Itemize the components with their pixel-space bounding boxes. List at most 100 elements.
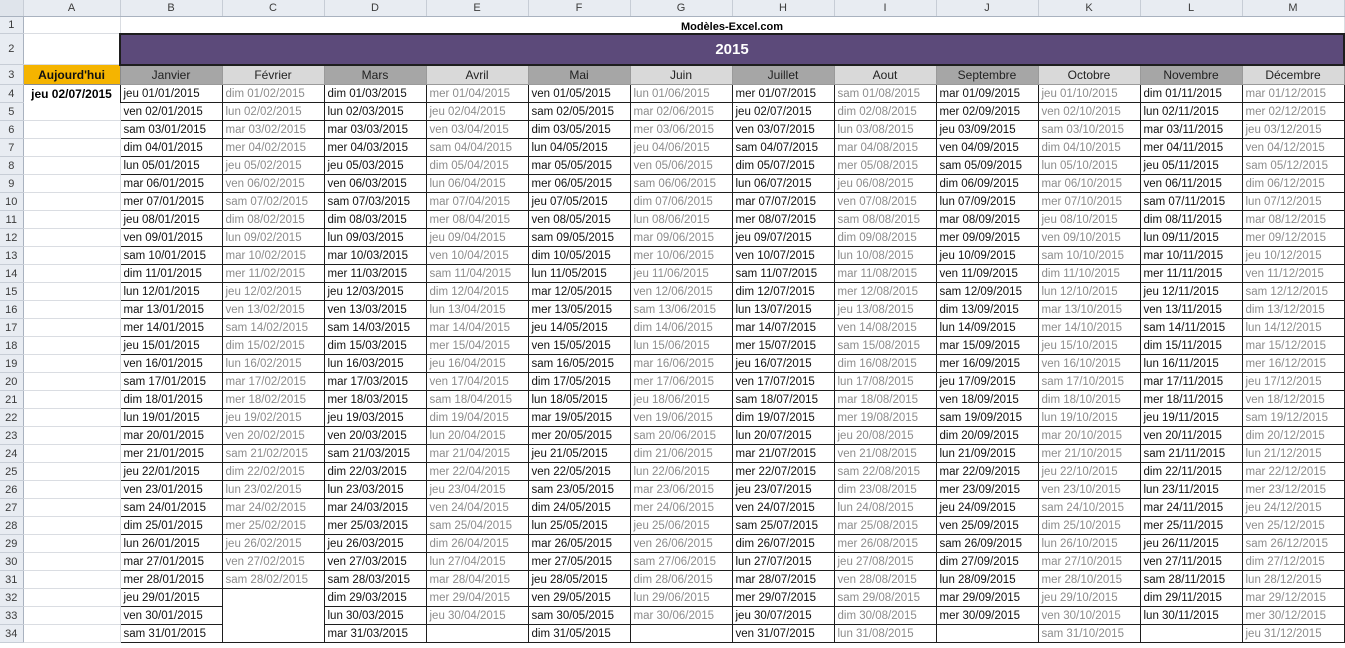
column-header-J[interactable]: J xyxy=(936,0,1039,17)
date-cell[interactable]: lun 26/10/2015 xyxy=(1037,534,1141,553)
date-cell[interactable]: mar 11/08/2015 xyxy=(833,264,937,283)
date-cell[interactable]: dim 23/08/2015 xyxy=(833,480,937,499)
date-cell[interactable]: jeu 22/10/2015 xyxy=(1037,462,1141,481)
cell-A6[interactable] xyxy=(23,120,121,139)
row-header[interactable]: 9 xyxy=(0,174,24,193)
date-cell[interactable]: jeu 23/04/2015 xyxy=(425,480,529,499)
date-cell[interactable]: mar 29/12/2015 xyxy=(1241,588,1345,607)
date-cell[interactable]: lun 26/01/2015 xyxy=(119,534,223,553)
date-cell[interactable]: mar 22/09/2015 xyxy=(935,462,1039,481)
date-cell[interactable]: lun 30/03/2015 xyxy=(323,606,427,625)
row-header[interactable]: 22 xyxy=(0,408,24,427)
date-cell[interactable]: lun 07/09/2015 xyxy=(935,192,1039,211)
empty-cell[interactable] xyxy=(1139,624,1243,643)
date-cell[interactable]: sam 31/10/2015 xyxy=(1037,624,1141,643)
date-cell[interactable]: mer 18/02/2015 xyxy=(221,390,325,409)
date-cell[interactable]: sam 21/02/2015 xyxy=(221,444,325,463)
date-cell[interactable]: lun 06/04/2015 xyxy=(425,174,529,193)
date-cell[interactable]: mar 10/11/2015 xyxy=(1139,246,1243,265)
empty-cell[interactable] xyxy=(629,624,733,643)
date-cell[interactable]: mer 25/03/2015 xyxy=(323,516,427,535)
date-cell[interactable]: ven 04/09/2015 xyxy=(935,138,1039,157)
date-cell[interactable]: jeu 05/02/2015 xyxy=(221,156,325,175)
date-cell[interactable]: ven 09/10/2015 xyxy=(1037,228,1141,247)
date-cell[interactable]: ven 31/07/2015 xyxy=(731,624,835,643)
date-cell[interactable]: jeu 05/03/2015 xyxy=(323,156,427,175)
year-title[interactable]: 2015 xyxy=(119,32,1345,66)
date-cell[interactable]: dim 13/09/2015 xyxy=(935,300,1039,319)
date-cell[interactable]: mar 13/10/2015 xyxy=(1037,300,1141,319)
date-cell[interactable]: sam 04/07/2015 xyxy=(731,138,835,157)
date-cell[interactable]: ven 03/04/2015 xyxy=(425,120,529,139)
row-header[interactable]: 28 xyxy=(0,516,24,535)
date-cell[interactable]: mar 06/10/2015 xyxy=(1037,174,1141,193)
date-cell[interactable]: jeu 08/01/2015 xyxy=(119,210,223,229)
cell-A21[interactable] xyxy=(23,390,121,409)
date-cell[interactable]: sam 07/11/2015 xyxy=(1139,192,1243,211)
cell-A31[interactable] xyxy=(23,570,121,589)
date-cell[interactable]: dim 26/04/2015 xyxy=(425,534,529,553)
date-cell[interactable]: sam 17/10/2015 xyxy=(1037,372,1141,391)
date-cell[interactable]: ven 04/12/2015 xyxy=(1241,138,1345,157)
date-cell[interactable]: lun 19/10/2015 xyxy=(1037,408,1141,427)
date-cell[interactable]: mer 11/11/2015 xyxy=(1139,264,1243,283)
cell-A22[interactable] xyxy=(23,408,121,427)
date-cell[interactable]: jeu 14/05/2015 xyxy=(527,318,631,337)
date-cell[interactable]: lun 16/03/2015 xyxy=(323,354,427,373)
cell-A11[interactable] xyxy=(23,210,121,229)
date-cell[interactable]: lun 13/04/2015 xyxy=(425,300,529,319)
site-label[interactable]: Modèles-Excel.com xyxy=(120,16,1345,34)
row-header[interactable]: 30 xyxy=(0,552,24,571)
date-cell[interactable]: lun 28/12/2015 xyxy=(1241,570,1345,589)
date-cell[interactable]: mar 02/06/2015 xyxy=(629,102,733,121)
date-cell[interactable]: sam 11/04/2015 xyxy=(425,264,529,283)
date-cell[interactable]: dim 06/09/2015 xyxy=(935,174,1039,193)
select-all-corner[interactable] xyxy=(0,0,24,17)
date-cell[interactable]: jeu 24/09/2015 xyxy=(935,498,1039,517)
date-cell[interactable]: mer 09/12/2015 xyxy=(1241,228,1345,247)
row-header[interactable]: 19 xyxy=(0,354,24,373)
date-cell[interactable]: lun 07/12/2015 xyxy=(1241,192,1345,211)
month-header-11[interactable]: Novembre xyxy=(1139,64,1243,85)
date-cell[interactable]: mar 19/05/2015 xyxy=(527,408,631,427)
date-cell[interactable]: lun 29/06/2015 xyxy=(629,588,733,607)
date-cell[interactable]: sam 28/11/2015 xyxy=(1139,570,1243,589)
date-cell[interactable]: lun 31/08/2015 xyxy=(833,624,937,643)
today-value[interactable]: jeu 02/07/2015 xyxy=(23,85,120,103)
date-cell[interactable]: dim 27/09/2015 xyxy=(935,552,1039,571)
date-cell[interactable]: jeu 29/01/2015 xyxy=(119,588,223,607)
cell-A20[interactable] xyxy=(23,372,121,391)
date-cell[interactable]: ven 06/02/2015 xyxy=(221,174,325,193)
date-cell[interactable]: dim 21/06/2015 xyxy=(629,444,733,463)
date-cell[interactable]: jeu 11/06/2015 xyxy=(629,264,733,283)
date-cell[interactable]: mar 25/08/2015 xyxy=(833,516,937,535)
date-cell[interactable]: jeu 06/08/2015 xyxy=(833,174,937,193)
cell-A28[interactable] xyxy=(23,516,121,535)
date-cell[interactable]: jeu 01/10/2015 xyxy=(1037,84,1141,103)
date-cell[interactable]: lun 08/06/2015 xyxy=(629,210,733,229)
date-cell[interactable]: jeu 12/02/2015 xyxy=(221,282,325,301)
date-cell[interactable]: ven 28/08/2015 xyxy=(833,570,937,589)
date-cell[interactable]: dim 11/10/2015 xyxy=(1037,264,1141,283)
date-cell[interactable]: mer 30/12/2015 xyxy=(1241,606,1345,625)
date-cell[interactable]: mer 17/06/2015 xyxy=(629,372,733,391)
date-cell[interactable]: mar 28/07/2015 xyxy=(731,570,835,589)
column-header-A[interactable]: A xyxy=(23,0,121,17)
row-header[interactable]: 17 xyxy=(0,318,24,337)
date-cell[interactable]: dim 31/05/2015 xyxy=(527,624,631,643)
date-cell[interactable]: dim 19/07/2015 xyxy=(731,408,835,427)
today-label[interactable]: Aujourd'hui xyxy=(22,64,121,85)
date-cell[interactable]: dim 01/11/2015 xyxy=(1139,84,1243,103)
date-cell[interactable]: sam 21/11/2015 xyxy=(1139,444,1243,463)
date-cell[interactable]: ven 11/12/2015 xyxy=(1241,264,1345,283)
date-cell[interactable]: ven 13/02/2015 xyxy=(221,300,325,319)
date-cell[interactable]: mer 28/10/2015 xyxy=(1037,570,1141,589)
date-cell[interactable]: dim 05/07/2015 xyxy=(731,156,835,175)
cell-A9[interactable] xyxy=(23,174,121,193)
date-cell[interactable]: lun 02/11/2015 xyxy=(1139,102,1243,121)
date-cell[interactable]: dim 13/12/2015 xyxy=(1241,300,1345,319)
date-cell[interactable]: dim 25/01/2015 xyxy=(119,516,223,535)
date-cell[interactable]: dim 17/05/2015 xyxy=(527,372,631,391)
row-header[interactable]: 26 xyxy=(0,480,24,499)
date-cell[interactable]: jeu 13/08/2015 xyxy=(833,300,937,319)
